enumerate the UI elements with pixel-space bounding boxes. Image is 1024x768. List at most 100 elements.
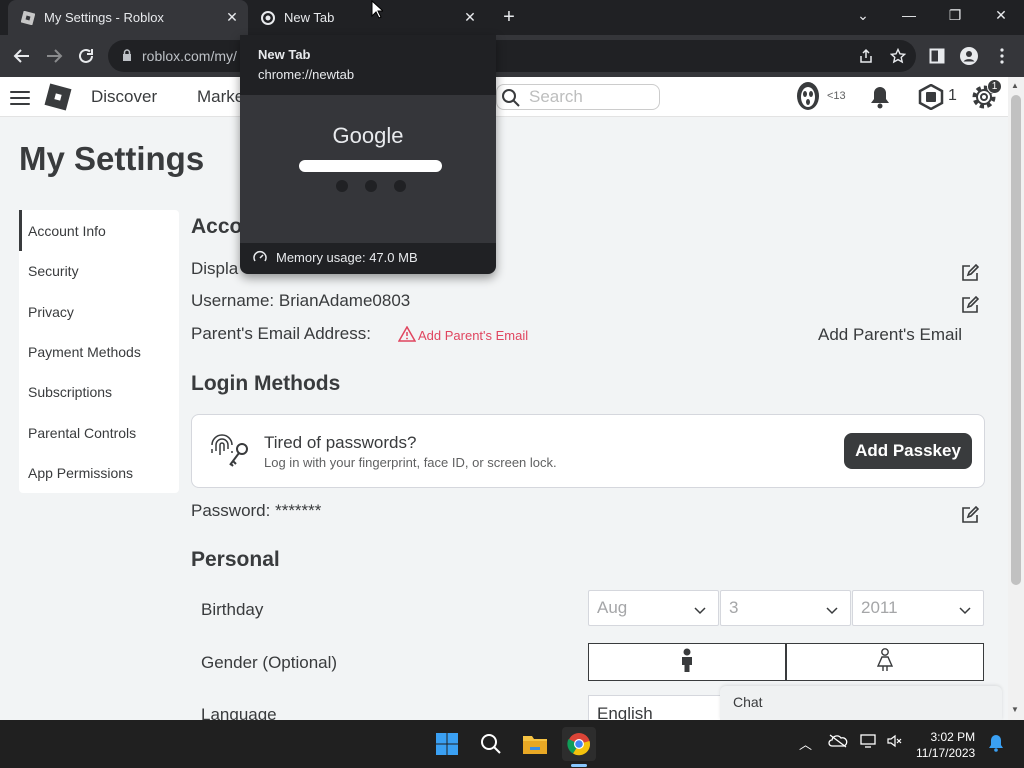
sidebar-item-privacy[interactable]: Privacy [28,304,74,320]
birthday-year-select[interactable]: 2011 [852,590,984,626]
personal-heading: Personal [191,548,280,571]
passkey-subtitle: Log in with your fingerprint, face ID, o… [264,455,557,470]
reload-icon[interactable] [72,42,100,70]
search-placeholder: Search [529,87,583,106]
birthday-day-select[interactable]: 3 [720,590,851,626]
gender-male-button[interactable] [588,643,786,681]
taskbar-search-icon[interactable] [474,727,508,761]
tray-overflow-chevron-icon[interactable]: ︿ [799,734,812,753]
parent-email-warning: Add Parent's Email [397,325,529,345]
preview-shortcut [394,180,406,192]
display-name-label: Displa [191,259,239,278]
tab-close-icon[interactable]: ✕ [458,6,482,30]
add-passkey-button[interactable]: Add Passkey [844,433,972,469]
search-input[interactable]: Search [496,84,660,110]
birthday-month-select[interactable]: Aug [588,590,719,626]
active-app-indicator [571,764,587,767]
notification-bell-icon[interactable] [988,734,1004,755]
chrome-taskbar-icon[interactable] [562,727,596,761]
bookmark-star-icon[interactable] [884,42,912,70]
preview-shortcut [336,180,348,192]
restore-icon[interactable]: ❐ [932,0,978,30]
page-scrollbar[interactable]: ▲ ▼ [1008,77,1024,720]
parent-email-label: Parent's Email Address: [191,324,371,343]
sidebar-item-account-info[interactable]: Account Info [28,223,106,239]
system-clock[interactable]: 3:02 PM 11/17/2023 [916,729,975,761]
sidebar-item-payment-methods[interactable]: Payment Methods [28,344,141,360]
fingerprint-key-icon [208,431,252,476]
chrome-favicon-icon [260,10,276,26]
username-label: Username: BrianAdame0803 [191,291,411,310]
search-icon [501,88,521,113]
share-icon[interactable] [852,42,880,70]
passkey-card: Tired of passwords? Log in with your fin… [191,414,985,488]
edit-password-icon[interactable] [961,505,980,524]
sidebar-active-indicator [19,210,22,251]
add-parent-email-button[interactable]: Add Parent's Email [818,325,962,345]
clock-date: 11/17/2023 [916,746,976,760]
password-label: Password: ******* [191,501,322,520]
close-window-icon[interactable]: ✕ [978,0,1024,30]
side-panel-icon[interactable] [923,42,951,70]
tab-title: My Settings - Roblox [44,10,164,25]
browser-toolbar: roblox.com/my/ [0,35,1024,77]
network-icon[interactable] [860,734,878,751]
hamburger-menu-icon[interactable] [10,87,30,109]
birthday-label: Birthday [201,600,264,619]
nav-marketplace[interactable]: Marke [197,87,244,107]
chrome-menu-icon[interactable] [988,42,1016,70]
edit-username-icon[interactable] [961,295,980,314]
sidebar-item-subscriptions[interactable]: Subscriptions [28,384,112,400]
sidebar-item-app-permissions[interactable]: App Permissions [28,465,133,481]
windows-taskbar: ︿ 3:02 PM 11/17/2023 [0,720,1024,768]
profile-icon[interactable] [955,42,983,70]
tab-new-tab[interactable]: New Tab ✕ [250,0,486,35]
gender-label: Gender (Optional) [201,653,338,672]
gender-female-button[interactable] [786,643,984,681]
windows-start-icon[interactable] [430,727,464,761]
birthday-month-value: Aug [597,598,628,617]
tab-search-icon[interactable]: ⌄ [840,0,886,30]
scrollbar-thumb[interactable] [1011,95,1021,585]
sidebar-item-parental-controls[interactable]: Parental Controls [28,425,136,441]
minimize-icon[interactable]: — [886,0,932,30]
warning-triangle-icon [397,325,417,345]
login-methods-heading: Login Methods [191,372,341,395]
preview-search-box [299,160,442,172]
memory-usage-text: Memory usage: 47.0 MB [276,250,418,265]
scroll-down-icon[interactable]: ▼ [1011,705,1019,714]
new-tab-button[interactable]: + [497,5,521,29]
birthday-year-value: 2011 [861,598,898,617]
chevron-down-icon [694,601,706,621]
notifications-bell-icon[interactable] [869,85,891,114]
mouse-cursor-icon [371,0,385,24]
chat-bar[interactable]: Chat [720,686,1002,720]
file-explorer-icon[interactable] [518,727,552,761]
back-icon[interactable] [8,42,36,70]
hover-card-preview: Google [240,95,496,243]
roblox-logo-icon[interactable] [44,83,72,111]
onedrive-icon[interactable] [828,734,848,751]
forward-icon[interactable] [40,42,68,70]
volume-muted-icon[interactable] [887,734,903,751]
address-bar[interactable]: roblox.com/my/ [108,40,916,72]
address-text: roblox.com/my/ [142,48,237,64]
male-icon [680,648,694,677]
hover-card-url: chrome://newtab [258,67,355,82]
parent-email-warning-text: Add Parent's Email [418,328,529,343]
birthday-day-value: 3 [729,598,739,617]
page-title: My Settings [19,140,205,177]
edit-display-name-icon[interactable] [961,263,980,282]
scroll-up-icon[interactable]: ▲ [1011,81,1019,90]
robux-icon[interactable] [918,83,944,115]
nav-discover[interactable]: Discover [91,87,157,107]
avatar-icon[interactable] [794,82,822,117]
memory-gauge-icon [253,250,267,269]
tab-close-icon[interactable]: ✕ [220,6,244,30]
tab-my-settings[interactable]: My Settings - Roblox ✕ [8,0,248,35]
chevron-down-icon [959,601,971,621]
clock-time: 3:02 PM [930,730,976,744]
roblox-header: Discover Marke Search <13 1 1 [0,77,1008,117]
friends-count: <13 [827,90,846,102]
sidebar-item-security[interactable]: Security [28,263,79,279]
